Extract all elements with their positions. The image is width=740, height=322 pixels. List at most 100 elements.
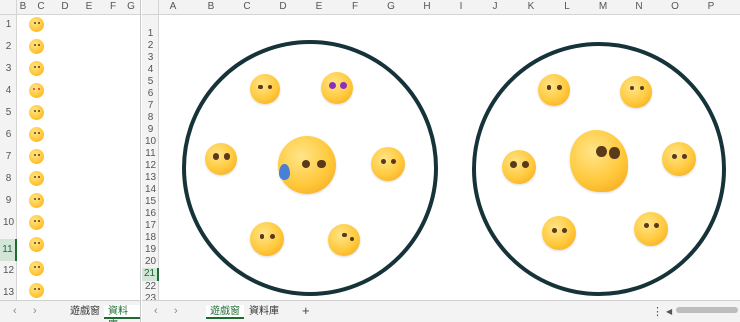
row-header[interactable]: 1 [142,28,159,40]
right-pane: A B C D E F G H I J K L M N O P 1 2 3 4 … [142,0,740,322]
add-sheet-button[interactable]: + [302,303,310,318]
grin-emoji [29,171,44,186]
row-header[interactable]: 12 [142,160,159,172]
dizzy-cross-eyes-emoji[interactable] [250,74,280,104]
next-sheet-button[interactable]: › [33,305,37,317]
row-header[interactable]: 1 [0,19,17,39]
col-header[interactable]: J [485,1,505,12]
row-header[interactable]: 10 [0,217,17,237]
row-header-selected[interactable]: 11 [0,239,17,261]
left-column-headers: B C D E F G [17,0,140,15]
eye-roll-emoji[interactable] [620,76,652,108]
row-header[interactable]: 4 [142,64,159,76]
horizontal-scrollbar[interactable] [676,307,738,313]
row-header[interactable]: 6 [0,129,17,149]
row-header[interactable]: 5 [0,107,17,127]
row-header[interactable]: 18 [142,232,159,244]
col-header[interactable]: C [237,1,257,12]
col-header[interactable]: F [103,1,123,12]
col-header[interactable]: E [79,1,99,12]
col-header[interactable]: H [417,1,437,12]
smiling-emoji [29,39,44,54]
row-header[interactable]: 19 [142,244,159,256]
col-header[interactable]: C [31,1,51,12]
tab-game-window[interactable]: 遊戲窗 [206,305,244,319]
col-header[interactable]: G [381,1,401,12]
right-sheet-tab-bar: ‹ › 遊戲窗 資料庫 + ⋮ ◀ [142,300,740,322]
col-header[interactable]: D [273,1,293,12]
col-header[interactable]: D [55,1,75,12]
tongue-emoji [29,237,44,252]
winking-tongue-emoji [29,215,44,230]
row-header[interactable]: 2 [0,41,17,61]
select-all-corner[interactable] [0,0,17,15]
spreadsheet-app: B C D E F G 1 2 3 4 5 6 7 8 9 10 11 12 1… [0,0,740,322]
row-header[interactable]: 15 [142,196,159,208]
heart-eyes-emoji [29,83,44,98]
left-row-headers: 1 2 3 4 5 6 7 8 9 10 11 12 13 [0,15,17,300]
row-header[interactable]: 12 [0,265,17,285]
col-header[interactable]: I [451,1,471,12]
col-header[interactable]: N [629,1,649,12]
col-header[interactable]: G [123,1,139,12]
col-header[interactable]: F [345,1,365,12]
col-header[interactable]: B [17,1,29,12]
worried-emoji[interactable] [328,224,360,256]
more-options-icon[interactable]: ⋮ [652,305,663,318]
zipper-mouth-emoji[interactable] [542,216,576,250]
dizzy-emoji [29,149,44,164]
row-header[interactable]: 14 [142,184,159,196]
sweat-emoji [29,193,44,208]
sad-sweat-emoji[interactable] [278,136,336,194]
wink-tongue-emoji[interactable] [538,74,570,106]
row-header[interactable]: 11 [142,148,159,160]
row-header[interactable]: 4 [0,85,17,105]
row-header[interactable]: 3 [0,63,17,83]
right-column-headers: A B C D E F G H I J K L M N O P [159,0,740,15]
row-header-selected[interactable]: 21 [142,268,159,281]
col-header[interactable]: M [593,1,613,12]
prev-sheet-button[interactable]: ‹ [13,305,17,317]
row-header[interactable]: 9 [142,124,159,136]
col-header[interactable]: O [665,1,685,12]
row-header[interactable]: 2 [142,40,159,52]
tab-game-window[interactable]: 遊戲窗 [66,305,104,319]
tab-database[interactable]: 資料庫 [104,305,140,322]
row-header[interactable]: 7 [0,151,17,171]
row-header[interactable]: 13 [142,172,159,184]
col-header[interactable]: B [201,1,221,12]
row-header[interactable]: 17 [142,220,159,232]
tab-database[interactable]: 資料庫 [245,305,283,319]
row-header[interactable]: 20 [142,256,159,268]
crying-emoji[interactable] [662,142,696,176]
row-header[interactable]: 6 [142,88,159,100]
laughing-blue-emoji[interactable] [371,147,405,181]
select-all-corner[interactable] [142,0,159,15]
col-header[interactable]: E [309,1,329,12]
col-header[interactable]: L [557,1,577,12]
col-header[interactable]: P [701,1,721,12]
row-header[interactable]: 16 [142,208,159,220]
smirk-emoji [29,61,44,76]
row-header[interactable]: 3 [142,52,159,64]
scroll-left-button[interactable]: ◀ [666,307,672,316]
neutral-emoji [29,105,44,120]
next-sheet-button[interactable]: › [174,305,178,317]
star-struck-emoji[interactable] [321,72,353,104]
left-pane: B C D E F G 1 2 3 4 5 6 7 8 9 10 11 12 1… [0,0,141,322]
angry-emoji[interactable] [250,222,284,256]
row-header[interactable]: 7 [142,100,159,112]
spiral-eyes-emoji[interactable] [205,143,237,175]
row-header[interactable]: 9 [0,195,17,215]
eye-roll-emoji [29,261,44,276]
col-header[interactable]: K [521,1,541,12]
spiral-eyes-emoji[interactable] [502,150,536,184]
row-header[interactable]: 8 [142,112,159,124]
col-header[interactable]: A [163,1,183,12]
row-header[interactable]: 8 [0,173,17,193]
row-header[interactable]: 22 [142,281,159,293]
laughing-squint-emoji[interactable] [634,212,668,246]
row-header[interactable]: 5 [142,76,159,88]
prev-sheet-button[interactable]: ‹ [154,305,158,317]
row-header[interactable]: 10 [142,136,159,148]
